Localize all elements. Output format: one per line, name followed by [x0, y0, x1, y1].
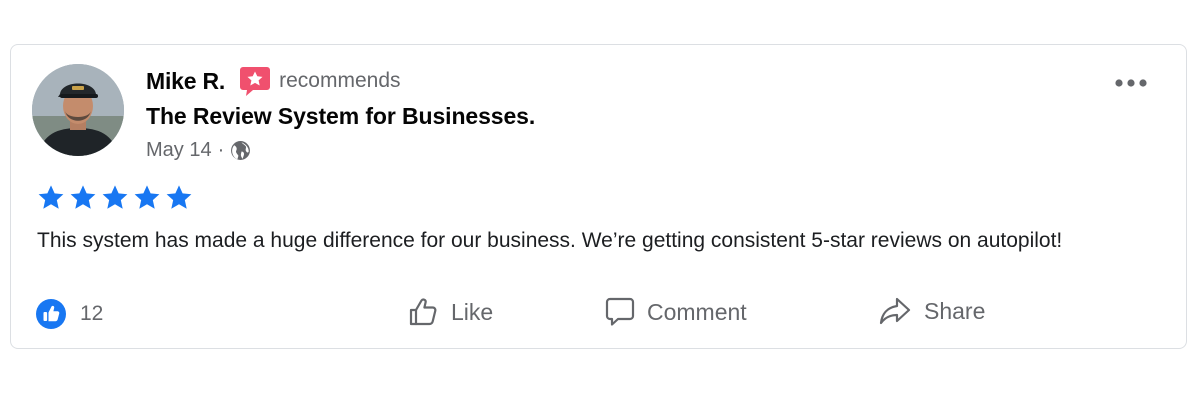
post-meta: May 14 · — [146, 139, 251, 162]
review-text: This system has made a huge difference f… — [37, 229, 1063, 252]
reaction-summary[interactable]: 12 — [36, 299, 103, 329]
avatar[interactable] — [32, 64, 124, 156]
review-post-card: Mike R. recommends The Review System for… — [10, 44, 1187, 349]
share-button[interactable]: Share — [878, 296, 985, 326]
like-label: Like — [451, 298, 494, 325]
share-icon — [879, 297, 911, 325]
comment-button[interactable]: Comment — [605, 296, 747, 328]
thumbs-up-icon — [36, 299, 66, 329]
post-date[interactable]: May 14 — [146, 139, 212, 162]
globe-icon[interactable] — [230, 140, 251, 161]
post-header-line: Mike R. recommends — [146, 65, 401, 97]
like-count: 12 — [80, 302, 104, 325]
comment-label: Comment — [647, 298, 747, 325]
like-button[interactable]: Like — [407, 296, 493, 328]
star-icon — [102, 185, 128, 209]
star-icon — [134, 185, 160, 209]
star-rating — [37, 184, 193, 212]
share-label: Share — [924, 297, 986, 324]
meta-separator: · — [217, 139, 225, 161]
more-horizontal-icon — [1115, 79, 1147, 87]
author-name[interactable]: Mike R. — [146, 68, 225, 95]
more-options-button[interactable] — [1114, 71, 1148, 95]
star-icon — [38, 185, 64, 209]
business-name[interactable]: The Review System for Businesses. — [146, 103, 535, 130]
thumbs-up-icon — [409, 298, 437, 326]
recommend-star-bubble-icon — [240, 67, 271, 96]
comment-icon — [605, 297, 635, 326]
star-icon — [70, 185, 96, 209]
recommends-label: recommends — [279, 69, 401, 92]
star-icon — [166, 185, 192, 209]
